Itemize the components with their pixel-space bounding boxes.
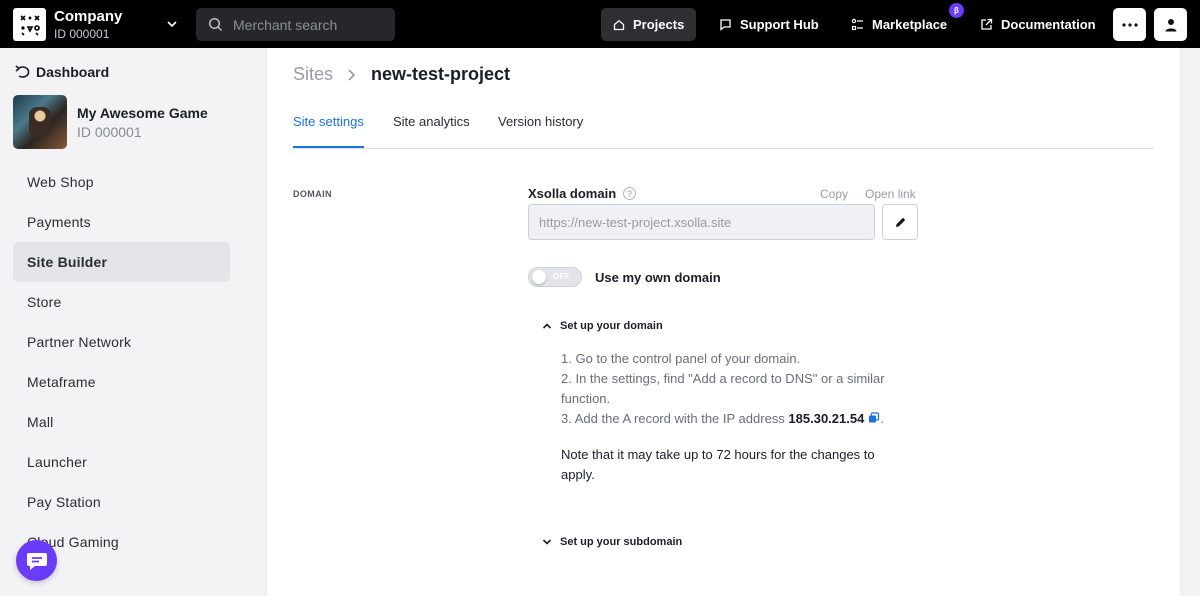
- step-3-suffix: .: [880, 411, 884, 426]
- nav-documentation-label: Documentation: [1001, 17, 1096, 32]
- company-name: Company: [54, 7, 123, 25]
- propagation-note: Note that it may take up to 72 hours for…: [561, 447, 875, 482]
- search-icon: [208, 17, 223, 32]
- chevron-down-icon: [542, 539, 552, 545]
- copy-link[interactable]: Copy: [820, 187, 848, 201]
- edit-domain-button[interactable]: [882, 204, 918, 240]
- setup-domain-accordion[interactable]: Set up your domain: [542, 320, 663, 332]
- company-logo: [13, 7, 46, 41]
- step-1: 1. Go to the control panel of your domai…: [561, 351, 801, 366]
- tab-site-analytics[interactable]: Site analytics: [393, 114, 470, 148]
- page-title: new-test-project: [371, 64, 511, 84]
- project-thumbnail: [13, 95, 67, 149]
- chevron-up-icon: [542, 323, 552, 329]
- nav-marketplace[interactable]: Marketplace: [839, 8, 959, 41]
- sidebar-item-web-shop[interactable]: Web Shop: [13, 162, 230, 202]
- step-3: 3. Add the A record with the IP address …: [561, 409, 911, 430]
- project-card[interactable]: My Awesome Game ID 000001: [13, 95, 208, 149]
- company-switcher[interactable]: Company ID 000001: [13, 7, 123, 41]
- sidebar-item-payments[interactable]: Payments: [13, 202, 230, 242]
- xsolla-domain-label: Xsolla domain ?: [528, 186, 637, 201]
- company-id: ID 000001: [54, 26, 110, 41]
- search-input[interactable]: [233, 16, 383, 33]
- toggle-knob: [532, 270, 546, 284]
- help-icon[interactable]: ?: [623, 187, 637, 200]
- step-3-prefix: 3. Add the A record with the IP address: [561, 411, 785, 426]
- back-arrow-icon: [15, 65, 30, 78]
- setup-subdomain-accordion[interactable]: Set up your subdomain: [542, 536, 682, 548]
- setup-steps: 1. Go to the control panel of your domai…: [561, 349, 911, 430]
- tab-site-settings[interactable]: Site settings: [293, 114, 364, 148]
- marketplace-icon: [851, 18, 863, 31]
- section-label-domain: DOMAIN: [293, 189, 332, 199]
- merchant-search[interactable]: [196, 8, 395, 41]
- sidebar-item-metaframe[interactable]: Metaframe: [13, 362, 230, 402]
- user-icon: [1165, 18, 1176, 31]
- home-icon: [613, 19, 625, 30]
- ip-address: 185.30.21.54: [788, 411, 865, 426]
- nav-support-hub[interactable]: Support Hub: [707, 8, 831, 41]
- open-link[interactable]: Open link: [865, 187, 916, 201]
- beta-badge: β: [949, 3, 964, 18]
- project-name: My Awesome Game: [77, 104, 208, 121]
- nav-support-hub-label: Support Hub: [740, 17, 819, 32]
- nav-marketplace-label: Marketplace: [872, 17, 948, 32]
- sidebar-item-partner-network[interactable]: Partner Network: [13, 322, 230, 362]
- setup-subdomain-heading: Set up your subdomain: [560, 536, 683, 548]
- top-bar: Company ID 000001 Projects Support Hub M…: [0, 0, 1200, 48]
- breadcrumb-sites[interactable]: Sites: [293, 64, 333, 85]
- sidebar-item-store[interactable]: Store: [13, 282, 230, 322]
- dashboard-link[interactable]: Dashboard: [14, 64, 109, 80]
- sidebar-item-site-builder[interactable]: Site Builder: [13, 242, 230, 282]
- nav-documentation[interactable]: Documentation: [968, 8, 1108, 41]
- copy-icon[interactable]: [868, 410, 880, 430]
- own-domain-label: Use my own domain: [595, 270, 721, 285]
- step-2b: function.: [561, 391, 611, 406]
- nav-projects-label: Projects: [633, 17, 685, 32]
- main-panel: Sites new-test-project Site settings Sit…: [267, 48, 1180, 596]
- chat-support-button[interactable]: [16, 540, 57, 581]
- pencil-icon: [895, 217, 905, 227]
- breadcrumb: Sites new-test-project: [293, 64, 510, 85]
- project-id: ID 000001: [77, 123, 142, 140]
- sidebar: Dashboard My Awesome Game ID 000001 Web …: [0, 48, 245, 596]
- user-menu-button[interactable]: [1154, 8, 1187, 41]
- chevron-down-icon[interactable]: [165, 17, 179, 31]
- nav-projects[interactable]: Projects: [601, 8, 697, 41]
- chat-icon: [26, 552, 47, 570]
- dashboard-label: Dashboard: [36, 64, 110, 80]
- sidebar-item-launcher[interactable]: Launcher: [13, 442, 230, 482]
- tab-version-history[interactable]: Version history: [498, 114, 583, 148]
- xsolla-domain-field[interactable]: [528, 204, 875, 240]
- own-domain-toggle[interactable]: OFF: [528, 267, 582, 287]
- chat-bubble-icon: [720, 19, 731, 31]
- more-icon: [1121, 22, 1138, 27]
- step-2a: 2. In the settings, find "Add a record t…: [561, 371, 885, 386]
- chevron-right-icon: [347, 68, 357, 82]
- sidebar-item-mall[interactable]: Mall: [13, 402, 230, 442]
- setup-domain-heading: Set up your domain: [560, 320, 663, 332]
- more-button[interactable]: [1113, 8, 1146, 41]
- toggle-state: OFF: [553, 272, 570, 281]
- sidebar-item-pay-station[interactable]: Pay Station: [13, 482, 230, 522]
- tab-bar: Site settings Site analytics Version his…: [293, 107, 1154, 149]
- xsolla-domain-label-text: Xsolla domain: [528, 186, 617, 201]
- external-link-icon: [981, 18, 993, 30]
